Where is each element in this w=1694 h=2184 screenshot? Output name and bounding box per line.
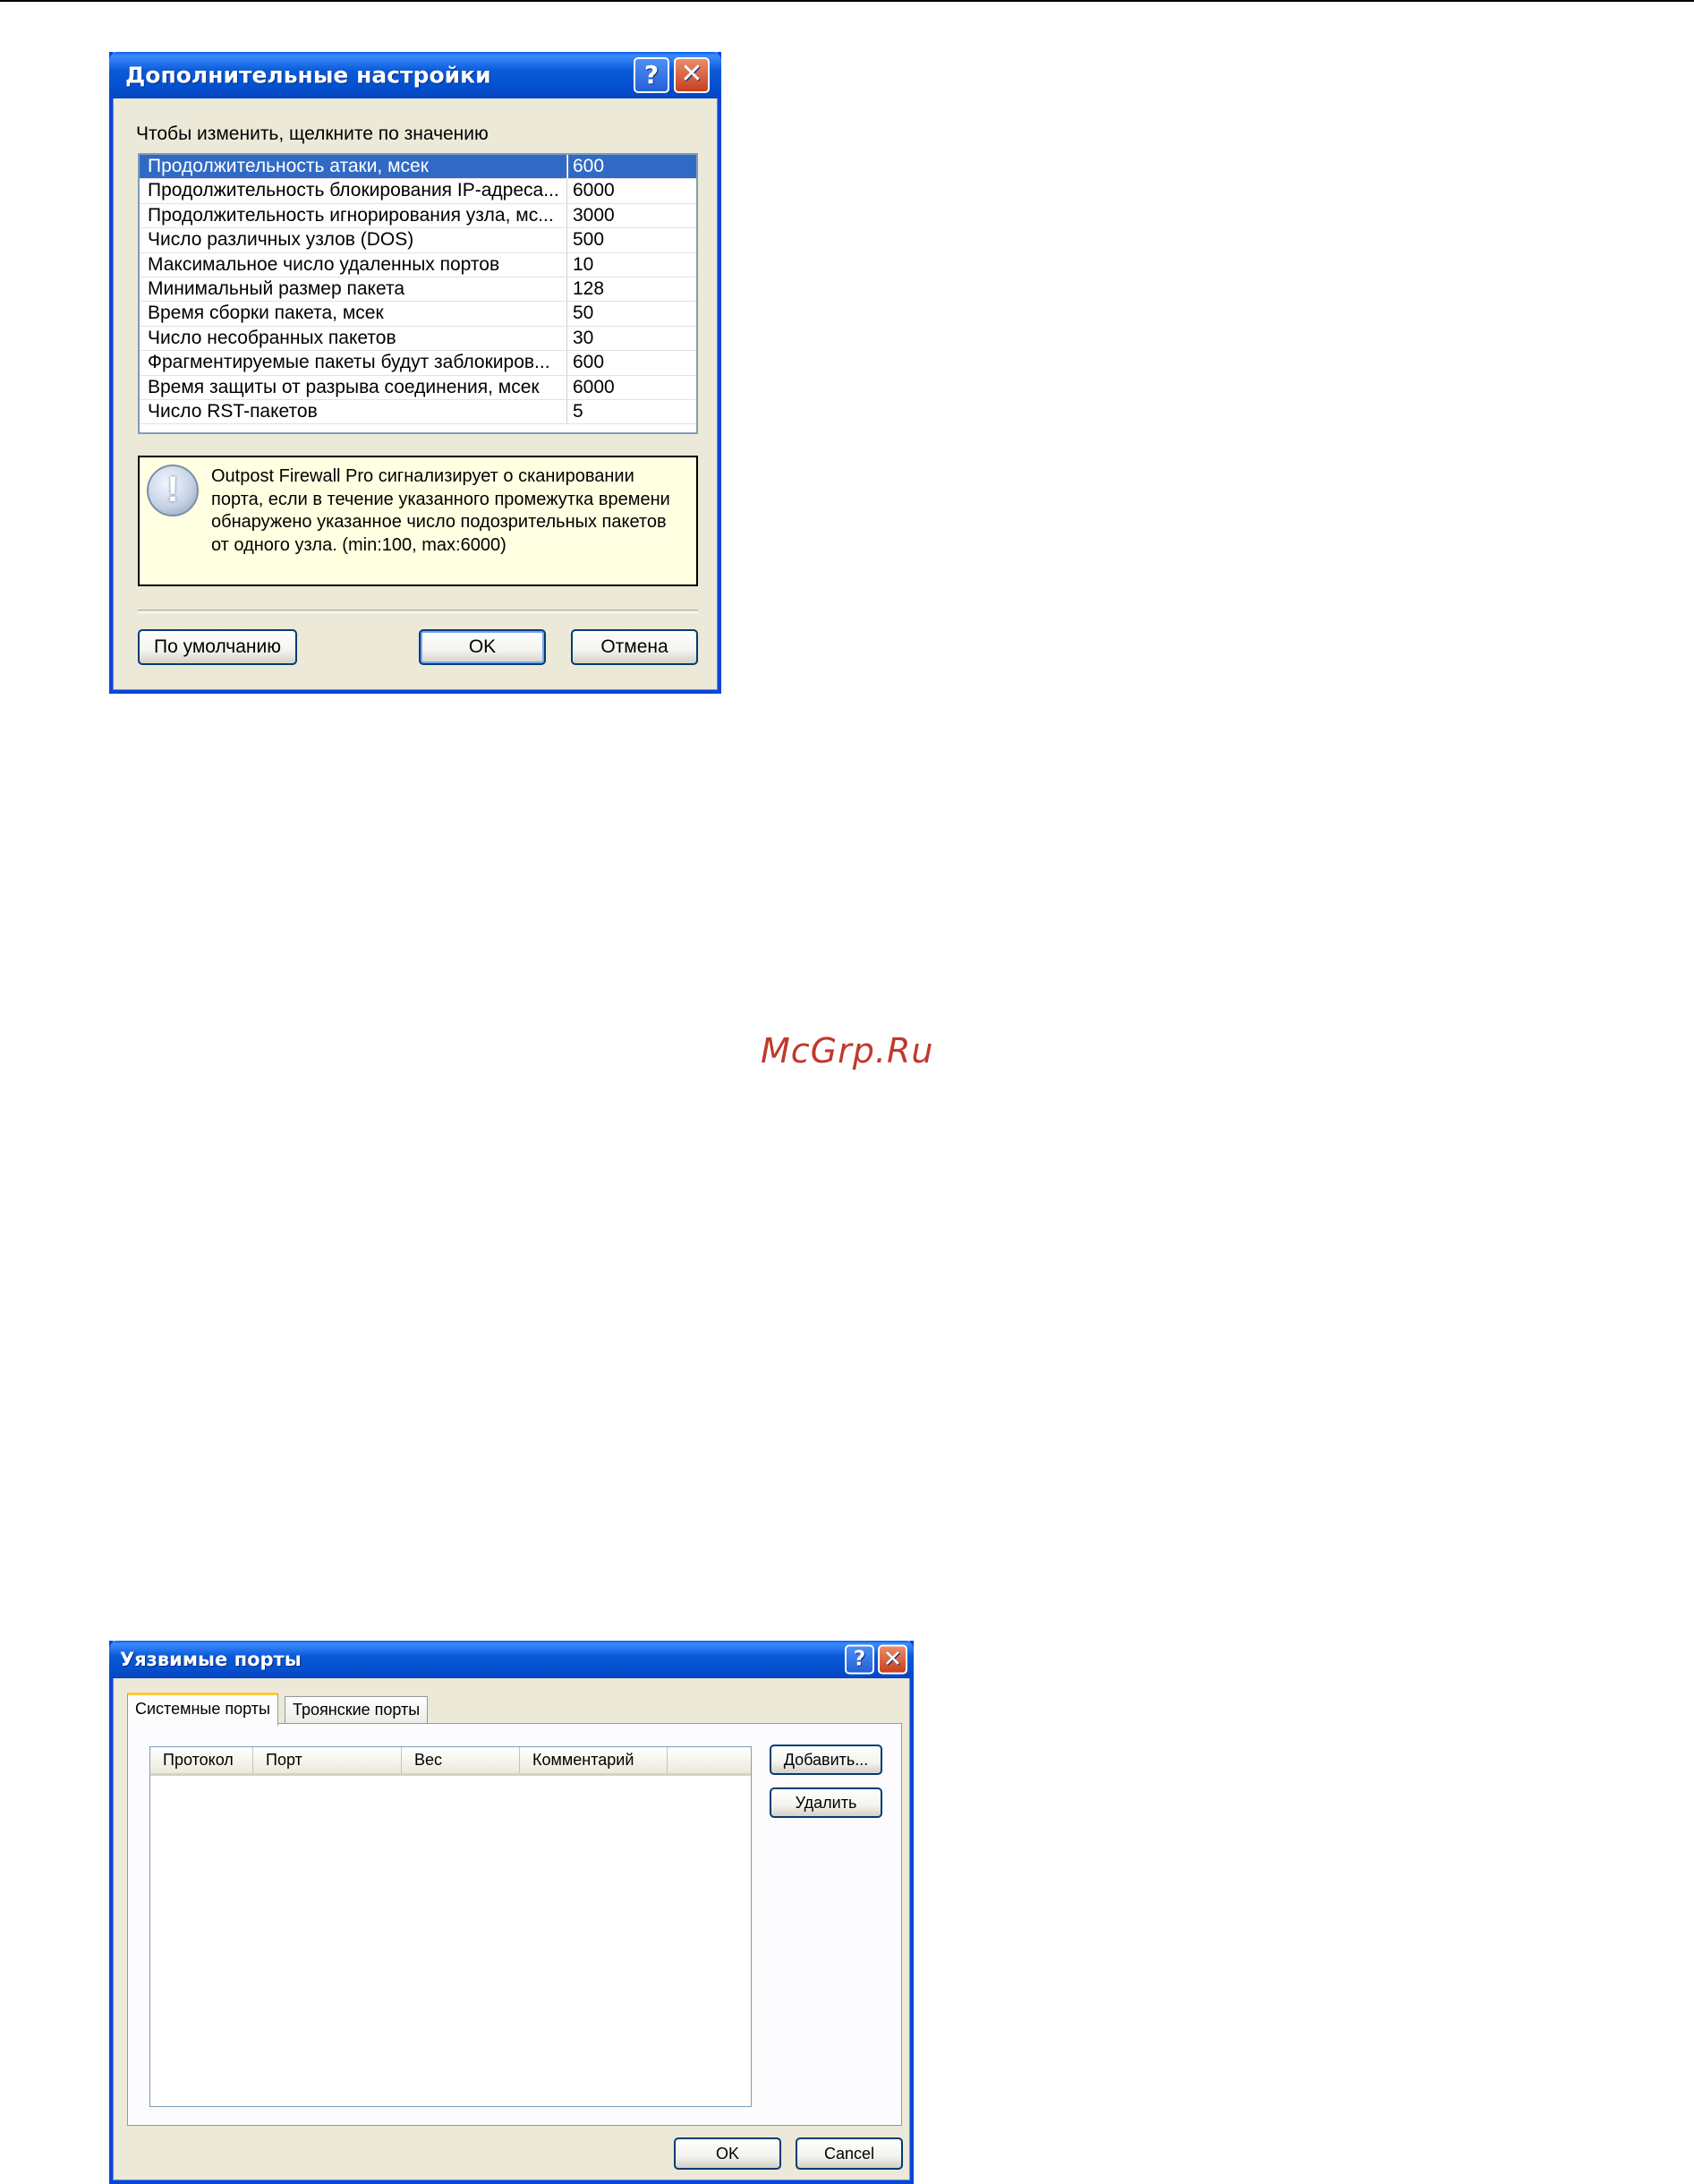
cancel-button[interactable]: Cancel (796, 2137, 903, 2170)
dialog-title: Уязвимые порты (120, 1649, 302, 1670)
tab-system-ports[interactable]: Системные порты (127, 1693, 278, 1726)
setting-name: Максимальное число удаленных портов (140, 252, 567, 277)
setting-name: Время защиты от разрыва соединения, мсек (140, 375, 567, 399)
dialog-title: Дополнительные настройки (125, 62, 491, 89)
column-weight[interactable]: Вес (402, 1747, 520, 1773)
vulnerable-ports-dialog: Уязвимые порты ? ✕ Системные порты Троян… (109, 1641, 914, 2184)
info-panel: ! Outpost Firewall Pro сигнализирует о с… (138, 456, 698, 586)
dialog-body: Системные порты Троянские порты Протокол… (113, 1678, 910, 2180)
grid-row[interactable]: Продолжительность атаки, мсек 600 (140, 155, 696, 180)
setting-name: Фрагментируемые пакеты будут заблокиров.… (140, 351, 567, 375)
setting-value[interactable]: 6000 (573, 179, 615, 202)
setting-name: Число RST-пакетов (140, 399, 567, 424)
advanced-settings-dialog: Дополнительные настройки ? ✕ Чтобы измен… (109, 52, 721, 694)
setting-value[interactable]: 6000 (573, 376, 615, 399)
grid-row[interactable]: Фрагментируемые пакеты будут заблокиров.… (140, 351, 696, 376)
grid-row[interactable]: Число различных узлов (DOS) 500 (140, 228, 696, 253)
setting-name: Минимальный размер пакета (140, 277, 567, 302)
grid-row[interactable]: Число несобранных пакетов 30 (140, 326, 696, 352)
info-text: Outpost Firewall Pro сигнализирует о ска… (211, 466, 670, 555)
exclamation-icon: ! (147, 465, 199, 516)
delete-button[interactable]: Удалить (770, 1787, 882, 1818)
setting-value[interactable]: 30 (573, 327, 593, 350)
list-header: Протокол Порт Вес Комментарий (150, 1747, 751, 1776)
setting-value[interactable]: 3000 (573, 204, 615, 227)
setting-value[interactable]: 500 (573, 228, 604, 252)
setting-name: Число различных узлов (DOS) (140, 228, 567, 252)
instruction-label: Чтобы изменить, щелкните по значению (136, 124, 489, 144)
setting-name: Число несобранных пакетов (140, 326, 567, 351)
ok-button[interactable]: OK (419, 629, 546, 665)
setting-name: Продолжительность атаки, мсек (140, 155, 567, 179)
page-top-rule (0, 0, 1694, 2)
title-bar[interactable]: Дополнительные настройки ? ✕ (109, 52, 721, 98)
setting-name: Продолжительность игнорирования узла, мс… (140, 203, 567, 228)
cancel-button[interactable]: Отмена (571, 629, 698, 665)
setting-value[interactable]: 50 (573, 302, 593, 325)
column-protocol[interactable]: Протокол (150, 1747, 253, 1773)
setting-value[interactable]: 128 (573, 277, 604, 301)
setting-value[interactable]: 600 (568, 155, 696, 179)
column-port[interactable]: Порт (253, 1747, 402, 1773)
setting-value[interactable]: 600 (573, 351, 604, 374)
setting-value[interactable]: 5 (573, 400, 583, 423)
tab-trojan-ports[interactable]: Троянские порты (285, 1696, 429, 1723)
grid-row[interactable]: Максимальное число удаленных портов 10 (140, 252, 696, 277)
close-icon[interactable]: ✕ (878, 1644, 907, 1675)
help-icon[interactable]: ? (845, 1644, 874, 1675)
watermark: McGrp.Ru (761, 1031, 934, 1071)
close-icon[interactable]: ✕ (674, 57, 710, 93)
grid-row[interactable]: Продолжительность игнорирования узла, мс… (140, 203, 696, 229)
ports-list[interactable]: Протокол Порт Вес Комментарий (149, 1746, 752, 2107)
grid-row[interactable]: Время защиты от разрыва соединения, мсек… (140, 375, 696, 400)
settings-grid: Продолжительность атаки, мсек 600 Продолж… (138, 153, 698, 434)
grid-row[interactable]: Число RST-пакетов 5 (140, 399, 696, 425)
grid-row[interactable]: Продолжительность блокирования IP-адреса… (140, 179, 696, 204)
grid-row[interactable]: Время сборки пакета, мсек 50 (140, 302, 696, 327)
setting-value[interactable]: 10 (573, 253, 593, 277)
setting-name: Продолжительность блокирования IP-адреса… (140, 179, 567, 203)
add-button[interactable]: Добавить... (770, 1745, 882, 1775)
setting-name: Время сборки пакета, мсек (140, 302, 567, 326)
grid-row[interactable]: Минимальный размер пакета 128 (140, 277, 696, 303)
help-icon[interactable]: ? (634, 57, 669, 93)
title-bar[interactable]: Уязвимые порты ? ✕ (109, 1641, 914, 1678)
dialog-body: Чтобы изменить, щелкните по значению Про… (113, 98, 718, 690)
column-comment[interactable]: Комментарий (520, 1747, 668, 1773)
divider (138, 610, 698, 613)
tab-panel: Протокол Порт Вес Комментарий Добавить..… (127, 1723, 902, 2126)
ok-button[interactable]: OK (674, 2137, 781, 2170)
restore-defaults-button[interactable]: По умолчанию (138, 629, 297, 665)
